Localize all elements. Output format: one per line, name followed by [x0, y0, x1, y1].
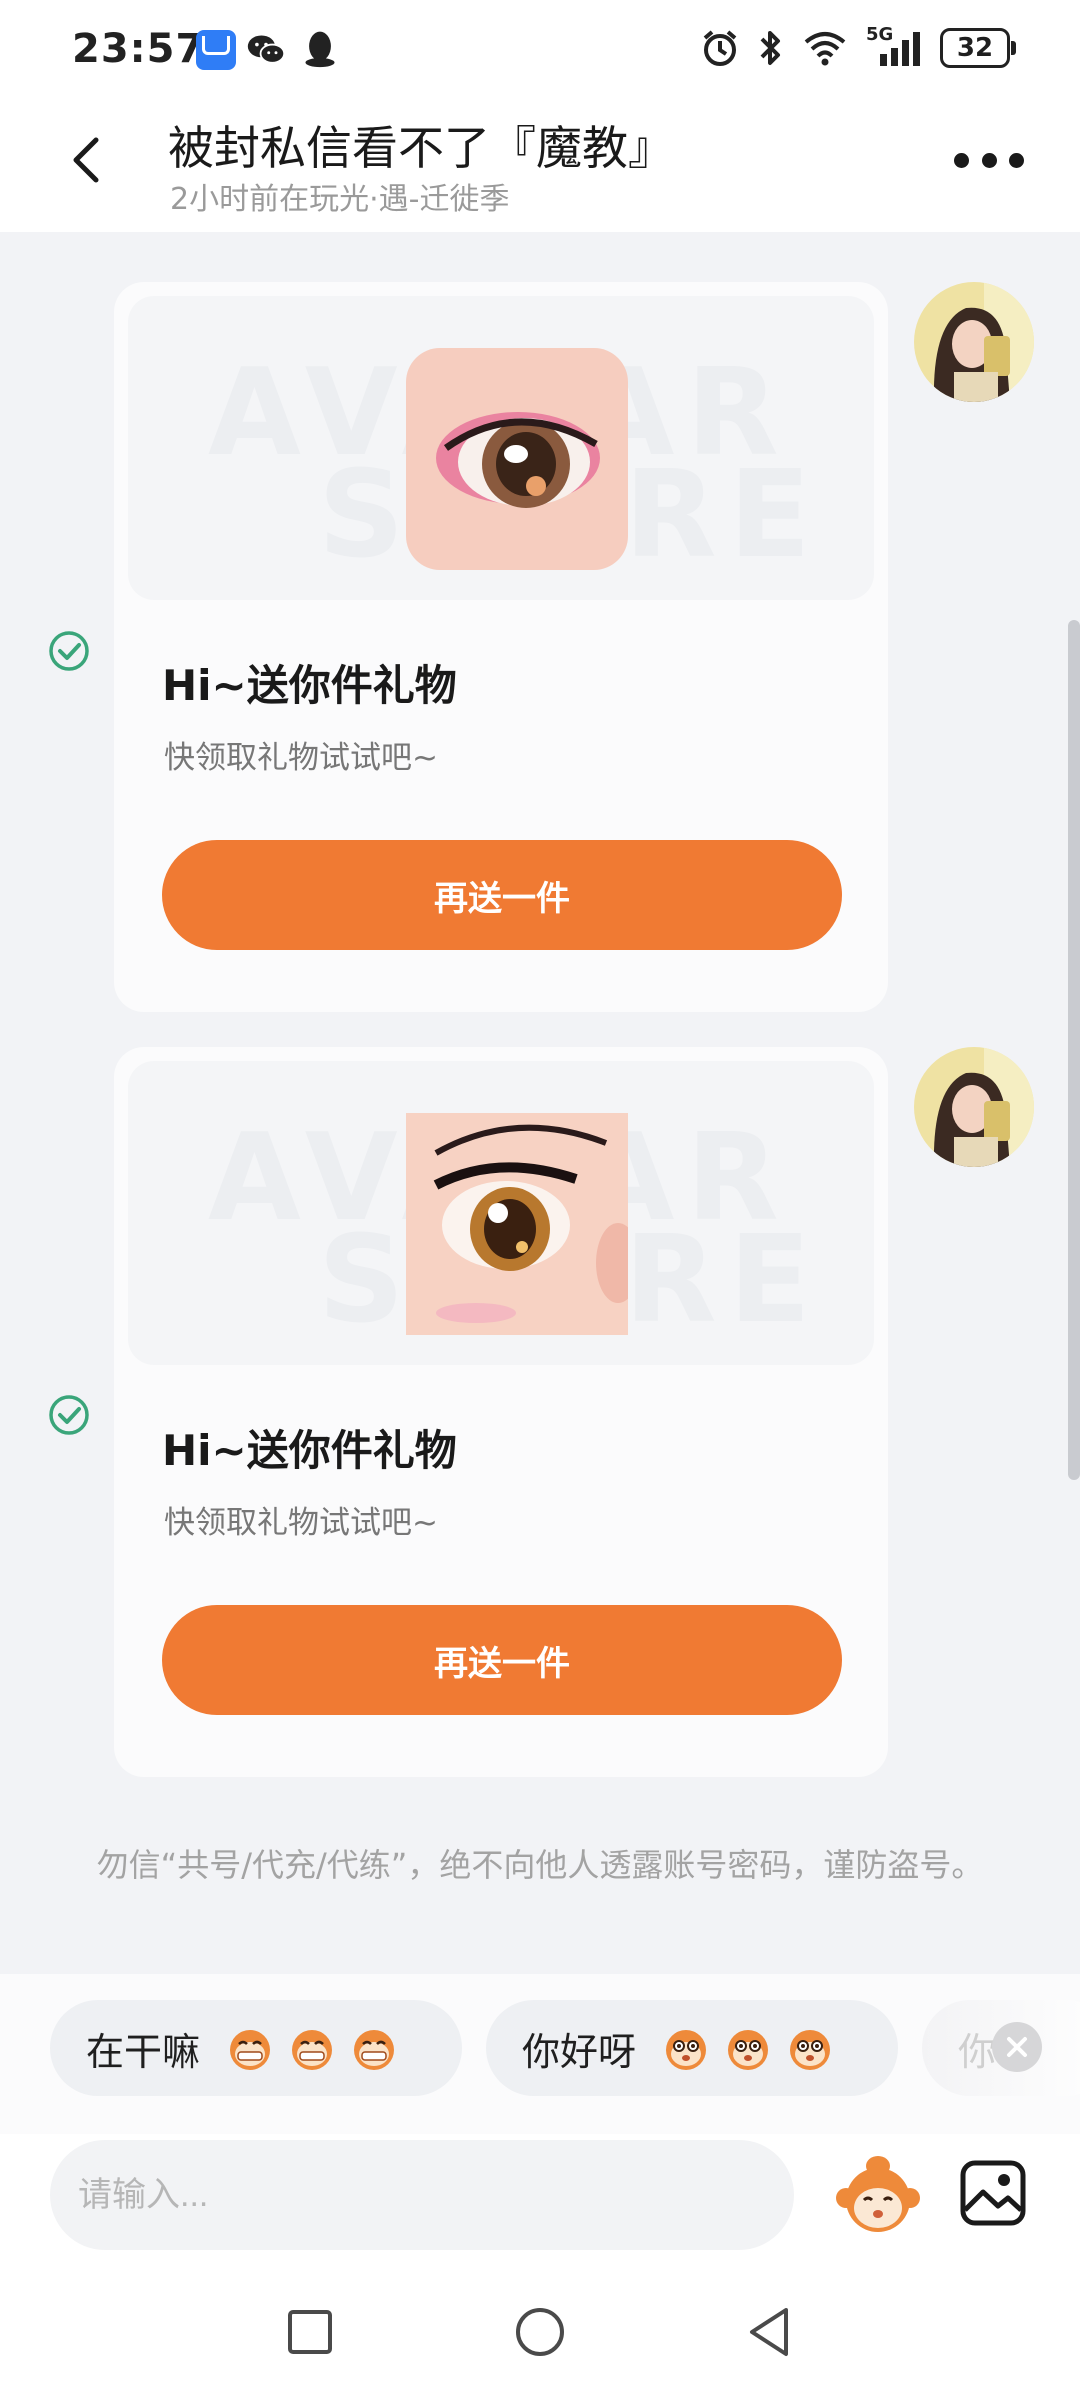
honor-store-icon [196, 30, 236, 70]
monkey-emoji-icon [790, 2030, 831, 2070]
monkey-emoji-icon [728, 2030, 769, 2070]
quick-reply-chip[interactable]: 你好呀 [486, 2000, 898, 2096]
chat-header: 被封私信看不了『魔教』 2小时前在玩光·遇-迁徙季 [0, 100, 1080, 232]
gift-eye-thumbnail[interactable] [406, 1113, 628, 1335]
status-time: 23:57 [72, 26, 205, 72]
gift-message-card[interactable]: AVATAR STORE Hi~送你件礼物 快领取礼物试试吧~ 再送一件 [114, 1047, 888, 1777]
monkey-emoji-icon [354, 2030, 395, 2070]
gift-subtitle: 快领取礼物试试吧~ [164, 1505, 438, 1541]
recent-apps-icon[interactable] [280, 2302, 340, 2362]
image-picker-icon[interactable] [958, 2158, 1028, 2228]
battery-icon: 32 [940, 28, 1016, 68]
gift-message-card[interactable]: AVATAR STORE Hi~送你件礼物 快领取礼物试试吧~ 再送一件 [114, 282, 888, 1012]
qq-icon [305, 31, 335, 68]
system-navigation-bar [0, 2264, 1080, 2400]
quick-reply-bar: 在干嘛 你好呀 你 [0, 1974, 1080, 2134]
security-notice: 勿信“共号/代充/代练”，绝不向他人透露账号密码，谨防盗号。 [96, 1846, 984, 1884]
more-options-icon[interactable] [954, 150, 1024, 170]
avatar[interactable] [914, 1047, 1034, 1167]
quick-reply-label: 你好呀 [522, 2029, 637, 2074]
wifi-icon [804, 32, 846, 66]
send-another-button[interactable]: 再送一件 [162, 840, 842, 950]
wechat-icon [247, 35, 286, 64]
gift-image-area: AVATAR STORE [128, 296, 874, 600]
back-arrow-icon[interactable] [58, 130, 118, 190]
bluetooth-icon [760, 31, 780, 65]
nav-back-icon[interactable] [740, 2302, 800, 2362]
gift-image-area: AVATAR STORE [128, 1061, 874, 1365]
chat-area[interactable]: AVATAR STORE Hi~送你件礼物 快领取礼物试试吧~ 再送一件 [0, 232, 1080, 1974]
quick-reply-label: 在干嘛 [86, 2029, 201, 2074]
gift-title: Hi~送你件礼物 [162, 661, 457, 710]
close-quick-replies-icon[interactable] [992, 2022, 1042, 2072]
monkey-emoji-icon [292, 2030, 333, 2070]
send-another-button[interactable]: 再送一件 [162, 1605, 842, 1715]
home-icon[interactable] [510, 2302, 570, 2362]
quick-reply-label: 你 [958, 2029, 997, 2074]
signal-icon: 5G [866, 24, 922, 68]
scrollbar[interactable] [1068, 620, 1080, 1480]
quick-reply-chip[interactable]: 在干嘛 [50, 2000, 462, 2096]
gift-title: Hi~送你件礼物 [162, 1426, 457, 1475]
chat-subtitle: 2小时前在玩光·遇-迁徙季 [170, 182, 510, 217]
sent-check-icon [49, 1395, 89, 1435]
message-input[interactable] [50, 2140, 794, 2250]
input-bar [0, 2134, 1080, 2264]
monkey-emoji-icon [666, 2030, 707, 2070]
monkey-sticker-icon[interactable] [834, 2152, 922, 2240]
avatar[interactable] [914, 282, 1034, 402]
gift-eye-thumbnail[interactable] [406, 348, 628, 570]
alarm-icon [703, 30, 737, 66]
chat-title: 被封私信看不了『魔教』 [168, 121, 674, 175]
gift-subtitle: 快领取礼物试试吧~ [164, 740, 438, 776]
monkey-emoji-icon [230, 2030, 271, 2070]
status-bar: 23:57 5G 32 [0, 0, 1080, 100]
sent-check-icon [49, 631, 89, 671]
status-right-group: 5G 32 [700, 24, 1016, 68]
